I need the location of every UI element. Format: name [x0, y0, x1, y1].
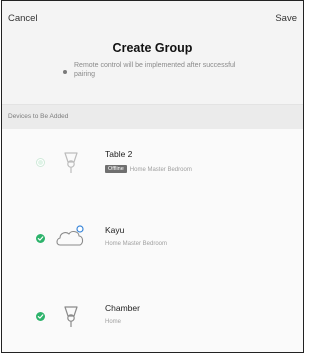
bulb-icon	[54, 301, 88, 331]
device-location: Home Master Bedroom	[129, 167, 192, 173]
checkmark-icon	[37, 236, 44, 241]
device-row-table-2[interactable]: Table 2 Offline Home Master Bedroom	[2, 137, 303, 195]
device-name: Chamber	[105, 303, 140, 313]
device-row-chamber[interactable]: Chamber Home	[2, 291, 303, 349]
device-name: Table 2	[105, 149, 133, 159]
device-location: Home Master Bedroom	[105, 241, 168, 247]
device-checkbox[interactable]	[36, 158, 45, 167]
device-checkbox-checked[interactable]	[36, 234, 45, 243]
device-meta: Offline Home Master Bedroom	[105, 165, 192, 173]
navbar: Cancel Save	[2, 1, 303, 31]
cloud-light-icon	[54, 223, 88, 253]
cancel-button[interactable]: Cancel	[8, 13, 38, 24]
bullet-icon	[63, 70, 67, 74]
save-button[interactable]: Save	[275, 13, 297, 24]
device-list: Table 2 Offline Home Master Bedroom Kayu …	[2, 129, 303, 352]
section-label: Devices to Be Added	[8, 113, 69, 120]
checkmark-icon	[37, 314, 44, 319]
device-row-kayu[interactable]: Kayu Home Master Bedroom	[2, 213, 303, 271]
device-name: Kayu	[105, 225, 125, 235]
screen-frame: Cancel Save Create Group Remote control …	[1, 0, 304, 353]
device-checkbox-checked[interactable]	[36, 312, 45, 321]
page-title: Create Group	[112, 41, 193, 55]
offline-badge: Offline	[105, 165, 127, 173]
device-location: Home	[105, 319, 122, 325]
pairing-hint-text: Remote control will be implemented after…	[74, 62, 236, 78]
bulb-icon	[54, 147, 88, 177]
